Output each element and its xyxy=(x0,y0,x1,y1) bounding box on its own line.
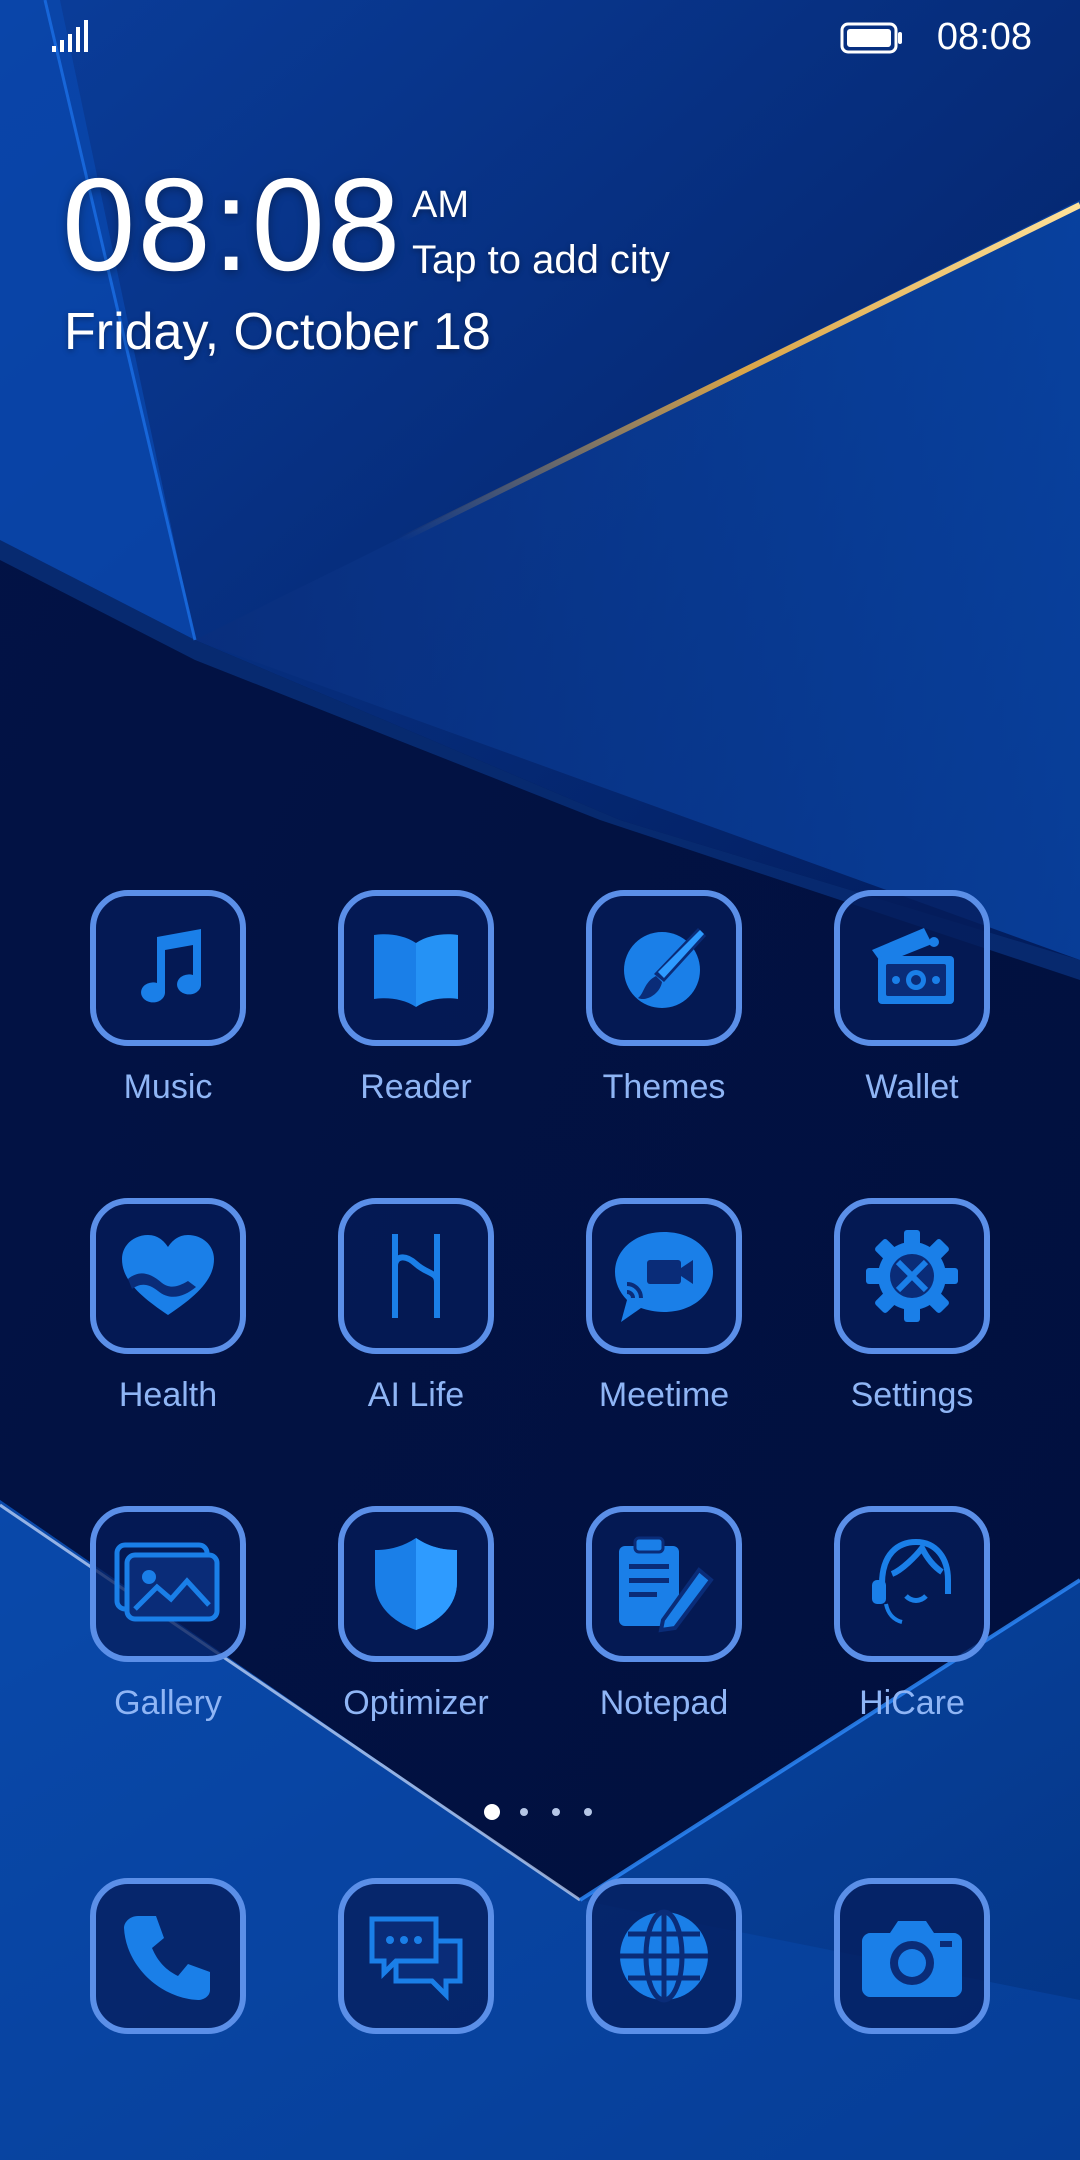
app-wallet[interactable]: Wallet xyxy=(812,890,1012,1107)
globe-icon xyxy=(586,1878,742,2034)
page-dot-1[interactable] xyxy=(484,1804,500,1820)
image-icon xyxy=(90,1506,246,1662)
phone-icon xyxy=(90,1878,246,2034)
app-label: AI Life xyxy=(367,1376,465,1414)
video-chat-icon xyxy=(586,1198,742,1354)
app-notepad[interactable]: Notepad xyxy=(564,1506,764,1723)
clock-date[interactable]: Friday, October 18 xyxy=(64,302,491,362)
app-label: Health xyxy=(118,1376,218,1414)
music-note-icon xyxy=(90,890,246,1046)
app-reader[interactable]: Reader xyxy=(316,890,516,1107)
app-gallery[interactable]: Gallery xyxy=(68,1506,268,1723)
app-label: Meetime xyxy=(598,1376,730,1414)
battery-icon xyxy=(840,22,904,59)
status-time: 08:08 xyxy=(936,16,1032,58)
page-dot-3[interactable] xyxy=(552,1808,560,1816)
app-label: Notepad xyxy=(599,1684,729,1722)
camera-icon xyxy=(834,1878,990,2034)
heart-icon xyxy=(90,1198,246,1354)
paintbrush-icon xyxy=(586,890,742,1046)
app-ai-life[interactable]: AI Life xyxy=(316,1198,516,1415)
page-dot-2[interactable] xyxy=(520,1808,528,1816)
app-optimizer[interactable]: Optimizer xyxy=(316,1506,516,1723)
app-label: Settings xyxy=(850,1376,974,1414)
clock-ampm: AM xyxy=(412,184,469,226)
notepad-icon xyxy=(586,1506,742,1662)
ai-life-icon xyxy=(338,1198,494,1354)
add-city-prompt[interactable]: Tap to add city xyxy=(412,238,670,283)
dock-messages[interactable] xyxy=(316,1878,516,2034)
app-label: Wallet xyxy=(865,1068,959,1106)
dock-camera[interactable] xyxy=(812,1878,1012,2034)
status-bar: 08:08 xyxy=(0,0,1080,72)
shield-icon xyxy=(338,1506,494,1662)
app-health[interactable]: Health xyxy=(68,1198,268,1415)
gear-icon xyxy=(834,1198,990,1354)
headset-icon xyxy=(834,1506,990,1662)
app-label: Optimizer xyxy=(343,1684,489,1722)
clock-time[interactable]: 08:08 xyxy=(62,150,402,300)
page-dot-4[interactable] xyxy=(584,1808,592,1816)
app-meetime[interactable]: Meetime xyxy=(564,1198,764,1415)
app-themes[interactable]: Themes xyxy=(564,890,764,1107)
wallet-icon xyxy=(834,890,990,1046)
app-hicare[interactable]: HiCare xyxy=(812,1506,1012,1723)
app-label: Gallery xyxy=(114,1684,222,1722)
app-label: Themes xyxy=(602,1068,726,1106)
book-icon xyxy=(338,890,494,1046)
dock-browser[interactable] xyxy=(564,1878,764,2034)
app-label: Music xyxy=(123,1068,213,1106)
app-label: HiCare xyxy=(859,1684,965,1722)
messages-icon xyxy=(338,1878,494,2034)
app-label: Reader xyxy=(360,1068,472,1106)
app-settings[interactable]: Settings xyxy=(812,1198,1012,1415)
signal-icon xyxy=(52,20,90,57)
dock-phone[interactable] xyxy=(68,1878,268,2034)
app-music[interactable]: Music xyxy=(68,890,268,1107)
